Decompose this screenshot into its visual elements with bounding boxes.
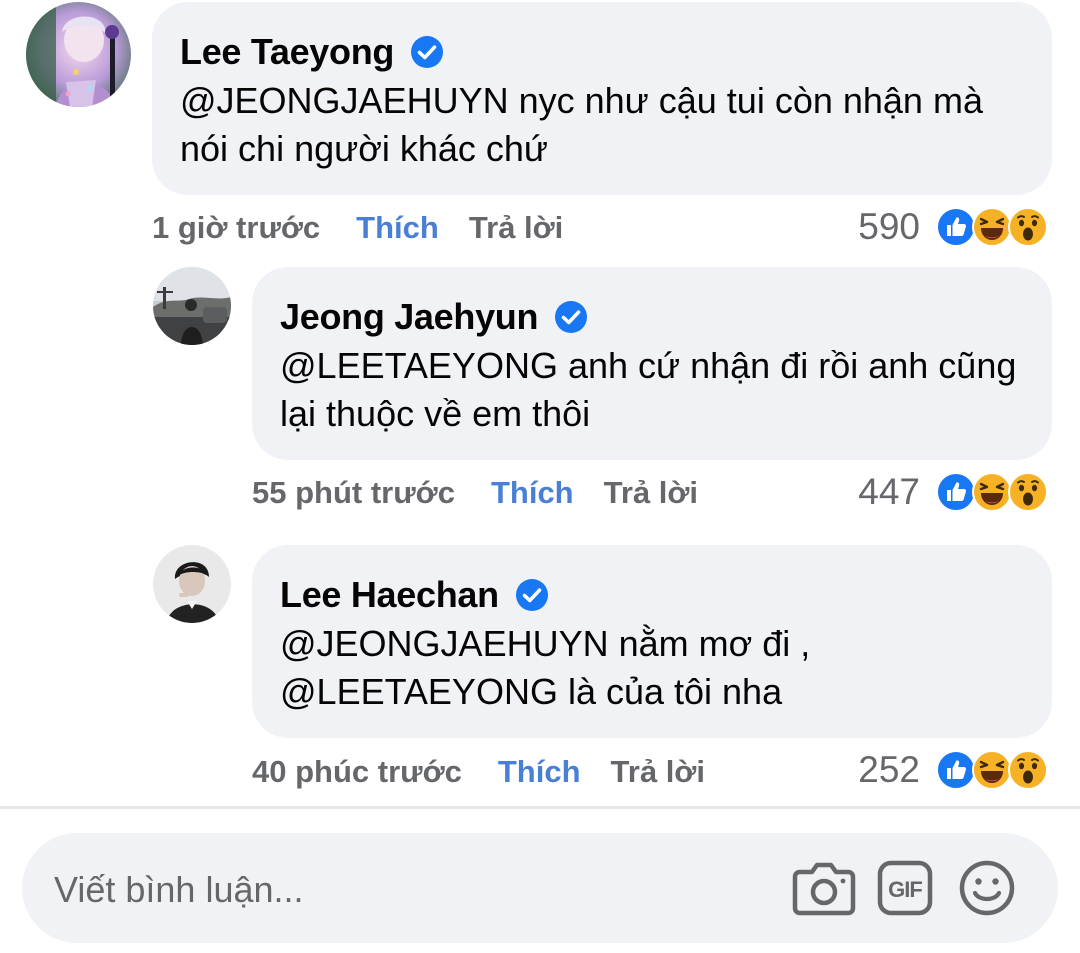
author-name[interactable]: Lee Taeyong [180, 31, 394, 73]
comment-lee-taeyong: Lee Taeyong @JEONGJAEHUYN nyc như cậu tu… [0, 0, 1080, 260]
comment-text: @JEONGJAEHUYN nằm mơ đi , @LEETAEYONG là… [280, 620, 1052, 716]
comment-actions: 1 giờ trước Thích Trả lời [152, 208, 563, 248]
comment-bubble: Lee Haechan @JEONGJAEHUYN nằm mơ đi , @L… [252, 545, 1052, 738]
timestamp[interactable]: 55 phút trước [252, 475, 455, 511]
comment-text-line: @JEONGJAEHUYN nằm mơ đi , [280, 623, 811, 664]
reaction-icons[interactable] [936, 472, 1048, 512]
reaction-icons[interactable] [936, 207, 1048, 247]
camera-icon[interactable] [792, 860, 856, 916]
reaction-icons[interactable] [936, 750, 1048, 790]
comment-actions: 55 phút trước Thích Trả lời [252, 473, 698, 513]
verified-badge-icon [554, 300, 588, 334]
reaction-count[interactable]: 252 [820, 750, 920, 790]
like-reaction-icon [936, 207, 976, 247]
comment-bubble: Lee Taeyong @JEONGJAEHUYN nyc như cậu tu… [152, 2, 1052, 195]
timestamp[interactable]: 1 giờ trước [152, 210, 320, 246]
divider [0, 806, 1080, 809]
timestamp[interactable]: 40 phúc trước [252, 754, 462, 790]
author-name[interactable]: Jeong Jaehyun [280, 296, 538, 338]
reaction-count[interactable]: 447 [820, 472, 920, 512]
haha-reaction-icon [972, 750, 1012, 790]
comment-text-line: @LEETAEYONG là của tôi nha [280, 671, 783, 712]
haha-reaction-icon [972, 472, 1012, 512]
comment-text: @JEONGJAEHUYN nyc như cậu tui còn nhận m… [180, 77, 1052, 173]
avatar[interactable] [153, 545, 231, 623]
comment-lee-haechan: Lee Haechan @JEONGJAEHUYN nằm mơ đi , @L… [0, 540, 1080, 802]
comment-text-line: lại thuộc về em thôi [280, 393, 591, 434]
svg-text:GIF: GIF [888, 877, 922, 902]
avatar[interactable] [153, 267, 231, 345]
reply-button[interactable]: Trả lời [469, 210, 563, 246]
like-reaction-icon [936, 750, 976, 790]
comment-input[interactable]: Viết bình luận... [54, 869, 304, 911]
haha-reaction-icon [972, 207, 1012, 247]
comment-composer[interactable]: Viết bình luận... GIF [22, 833, 1058, 943]
comment-bubble: Jeong Jaehyun @LEETAEYONG anh cứ nhận đi… [252, 267, 1052, 460]
verified-badge-icon [515, 578, 549, 612]
smiley-icon[interactable] [958, 859, 1016, 917]
comment-actions: 40 phúc trước Thích Trả lời [252, 752, 705, 792]
wow-reaction-icon [1008, 207, 1048, 247]
comment-text-line: @LEETAEYONG anh cứ nhận đi rồi anh cũng [280, 345, 1017, 386]
comment-text-line: @JEONGJAEHUYN nyc như cậu tui còn nhận m… [180, 80, 983, 121]
verified-badge-icon [410, 35, 444, 69]
like-button[interactable]: Thích [491, 475, 574, 511]
like-button[interactable]: Thích [498, 754, 581, 790]
reply-button[interactable]: Trả lời [604, 475, 698, 511]
comment-text-line: nói chi người khác chứ [180, 128, 548, 169]
author-name[interactable]: Lee Haechan [280, 574, 499, 616]
comment-jeong-jaehyun: Jeong Jaehyun @LEETAEYONG anh cứ nhận đi… [0, 260, 1080, 530]
like-button[interactable]: Thích [356, 210, 439, 246]
gif-icon[interactable]: GIF [877, 860, 933, 916]
reply-button[interactable]: Trả lời [611, 754, 705, 790]
like-reaction-icon [936, 472, 976, 512]
wow-reaction-icon [1008, 750, 1048, 790]
wow-reaction-icon [1008, 472, 1048, 512]
comment-text: @LEETAEYONG anh cứ nhận đi rồi anh cũng … [280, 342, 1052, 438]
avatar[interactable] [26, 2, 131, 107]
reaction-count[interactable]: 590 [820, 207, 920, 247]
